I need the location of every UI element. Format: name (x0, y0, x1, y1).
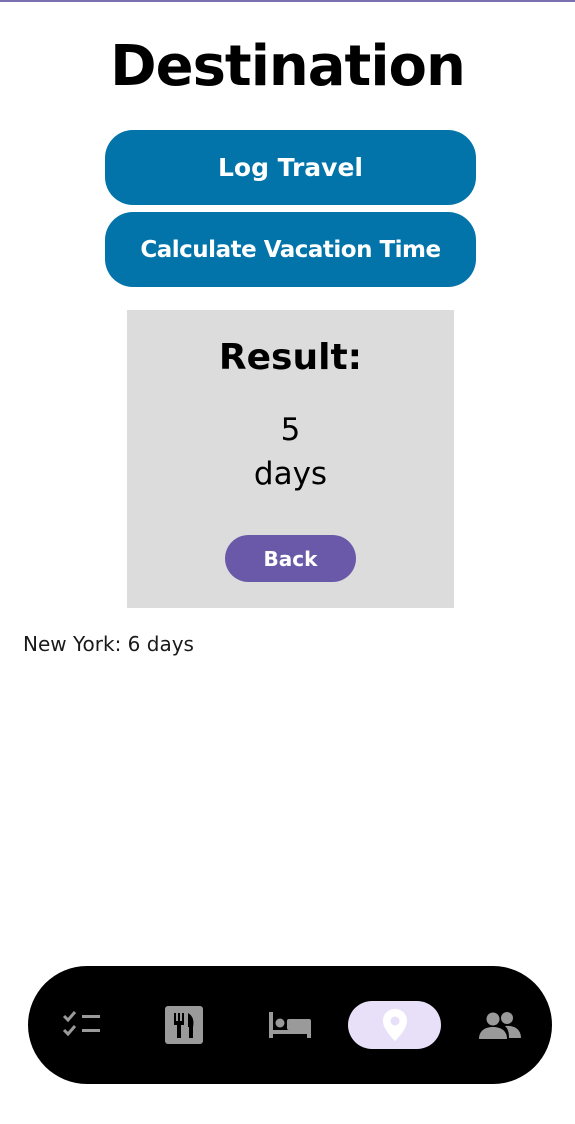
nav-item-tasks[interactable] (52, 966, 112, 1084)
travel-log-entry: New York: 6 days (23, 632, 194, 656)
nav-item-food[interactable] (154, 966, 214, 1084)
result-value: 5 (280, 412, 301, 448)
location-pin-icon (382, 1008, 408, 1042)
nav-item-lodging[interactable] (260, 966, 320, 1084)
nav-item-destination[interactable] (348, 966, 441, 1084)
checklist-icon (62, 1010, 102, 1040)
log-travel-button[interactable]: Log Travel (105, 130, 476, 205)
page-title: Destination (110, 34, 466, 99)
nav-selected-indicator (348, 1001, 441, 1049)
bottom-navigation-bar (28, 966, 552, 1084)
people-icon (478, 1010, 522, 1040)
result-heading: Result: (218, 337, 363, 378)
result-unit: days (253, 456, 328, 492)
nav-item-people[interactable] (470, 966, 530, 1084)
bed-icon (268, 1010, 312, 1040)
restaurant-icon (164, 1005, 204, 1045)
top-divider (0, 0, 575, 2)
calculate-vacation-time-button[interactable]: Calculate Vacation Time (105, 212, 476, 287)
result-panel: Result: 5 days Back (127, 310, 454, 608)
back-button[interactable]: Back (225, 535, 356, 582)
